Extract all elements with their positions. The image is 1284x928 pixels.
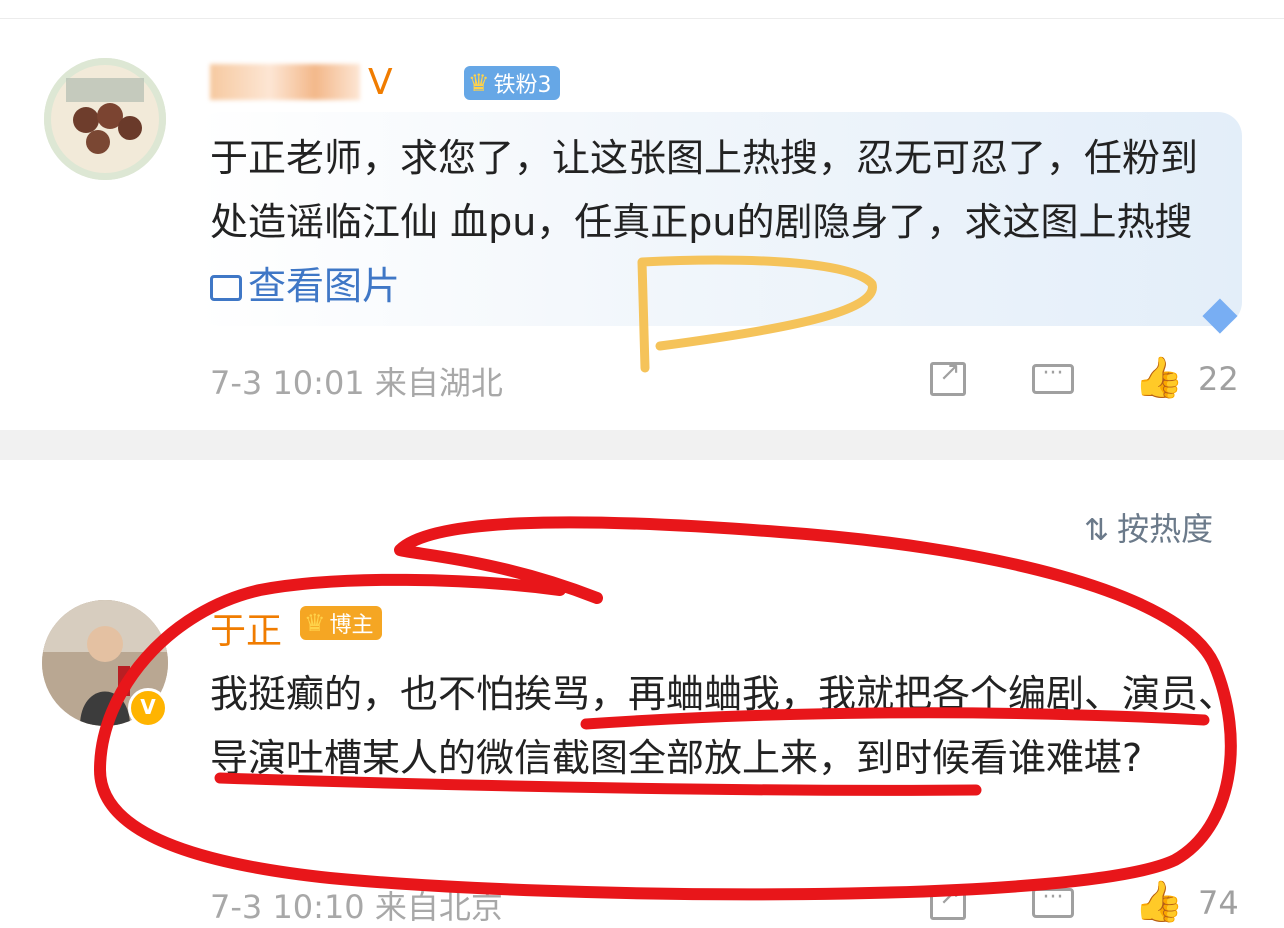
crown-icon: ♛ [304,609,326,637]
username-suffix: V [368,61,393,103]
comment-icon[interactable]: ··· [1032,887,1074,918]
comment-body: 我挺癫的，也不怕挨骂，再蛐蛐我，我就把各个编剧、演员、导演吐槽某人的微信截图全部… [210,672,1237,780]
share-icon[interactable] [930,357,966,396]
like-icon[interactable]: 👍 [1134,358,1184,398]
comment-icon[interactable]: ··· [1032,363,1074,394]
comment-text: 于正老师，求您了，让这张图上热搜，忍无可忍了，任粉到处造谣临江仙 血pu，任真正… [210,126,1220,318]
username-blurred[interactable]: V [210,60,393,103]
top-divider [0,18,1284,19]
sort-icon: ⇅ [1084,513,1110,548]
blogger-badge[interactable]: ♛ 博主 [300,606,382,640]
avatar[interactable] [44,58,166,180]
like-icon[interactable]: 👍 [1134,882,1184,922]
comment-body: 于正老师，求您了，让这张图上热搜，忍无可忍了，任粉到处造谣临江仙 血pu，任真正… [210,136,1199,244]
crown-icon: ♛ [468,69,490,97]
blogger-badge-label: 博主 [329,613,374,638]
like-count: 22 [1198,360,1239,398]
comment-meta: 7-3 10:01 来自湖北 [210,364,503,402]
share-icon[interactable] [930,881,966,920]
comment-meta: 7-3 10:10 来自北京 [210,888,503,926]
image-icon [210,275,242,301]
sort-by-hot-button[interactable]: ⇅ 按热度 [1084,504,1213,550]
username[interactable]: 于正 [210,602,282,654]
blurred-name [210,64,360,100]
verified-icon: V [128,688,168,728]
avatar-image [44,58,166,180]
fan-level-badge[interactable]: ♛ 铁粉3 [464,66,560,100]
view-image-link[interactable]: 查看图片 [210,264,400,308]
section-divider [0,430,1284,460]
fan-badge-label: 铁粉3 [493,73,552,98]
comment-text: 我挺癫的，也不怕挨骂，再蛐蛐我，我就把各个编剧、演员、导演吐槽某人的微信截图全部… [210,662,1240,790]
like-count: 74 [1198,884,1239,922]
